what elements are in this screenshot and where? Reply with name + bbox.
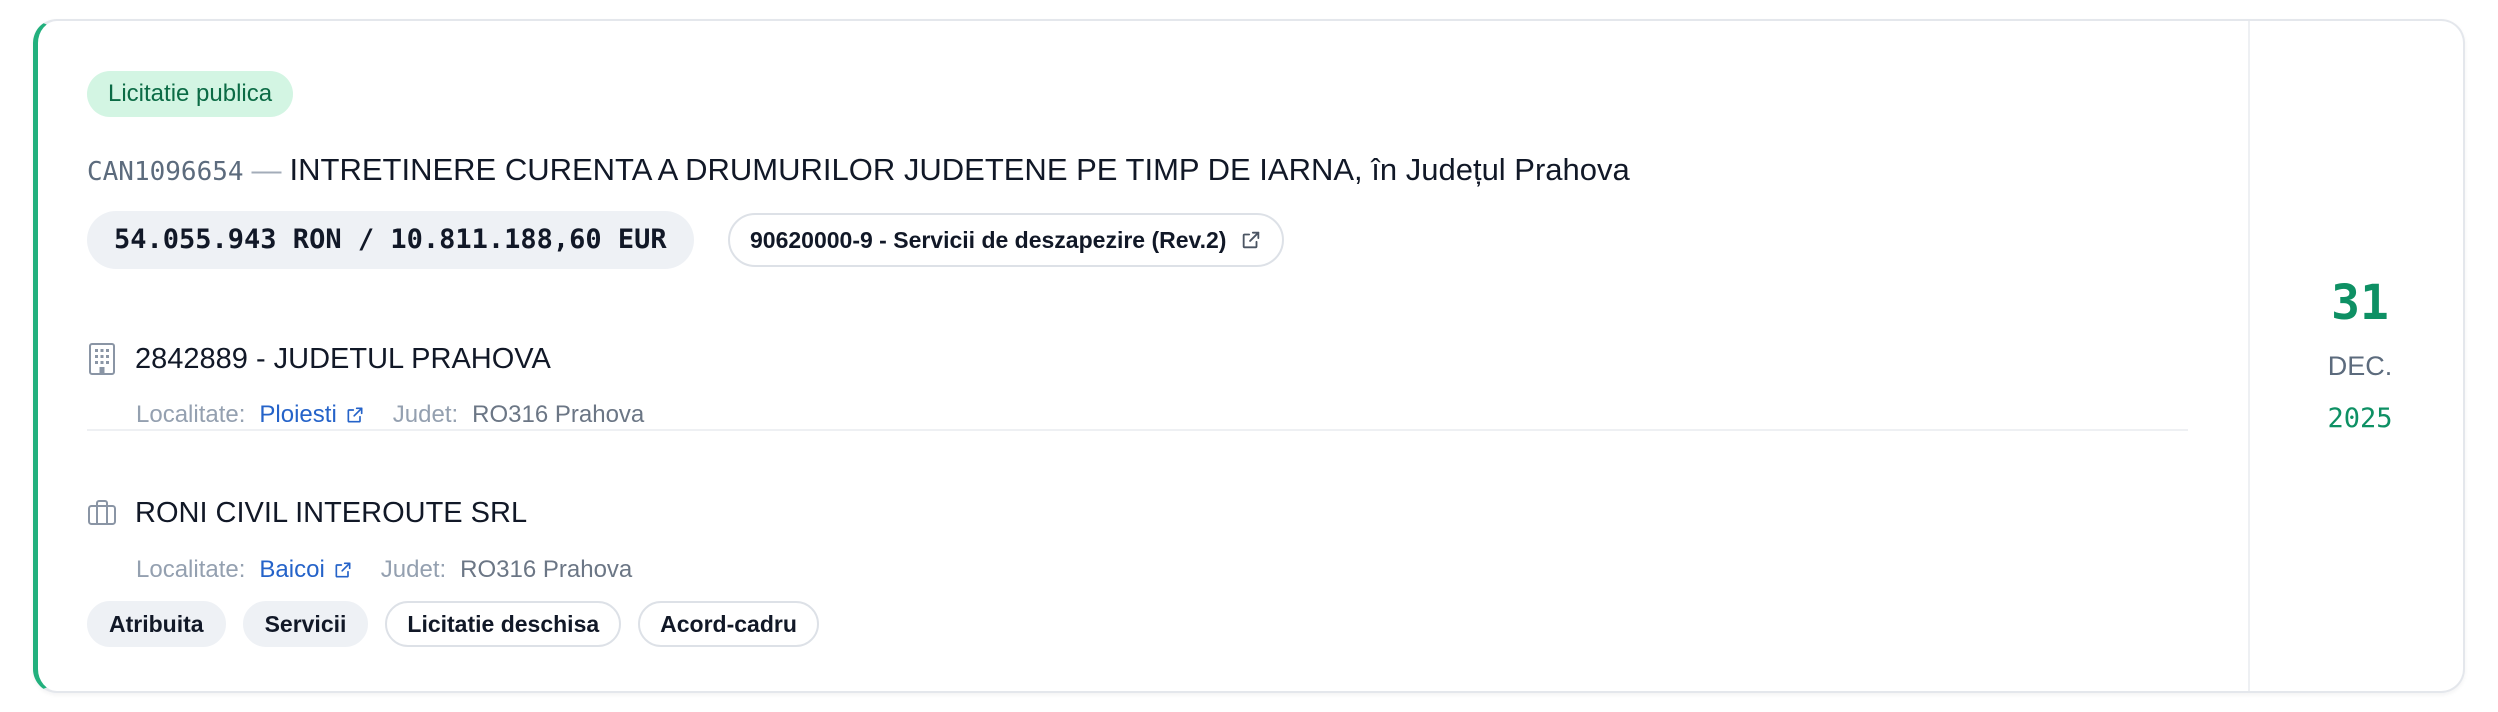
tender-title-row[interactable]: CAN1096654— INTRETINERE CURENTA A DRUMURI… xyxy=(87,145,1630,195)
tag-contract-type: Acord-cadru xyxy=(638,601,819,647)
contract-value: 54.055.943 RON / 10.811.188,60 EUR xyxy=(87,211,694,269)
tag-list: Atribuita Servicii Licitatie deschisa Ac… xyxy=(87,601,819,647)
external-link-icon xyxy=(1240,229,1262,251)
procedure-type-badge: Licitatie publica xyxy=(87,71,294,117)
date-day: 31 xyxy=(2331,275,2389,331)
external-link-icon xyxy=(345,405,365,425)
section-divider xyxy=(87,429,2188,431)
title-separator: — xyxy=(251,154,282,187)
supplier-locality: Baicoi xyxy=(259,556,325,583)
supplier-county-label: Judet: xyxy=(380,556,447,583)
tender-card[interactable]: Licitatie publica CAN1096654— INTRETINERE… xyxy=(33,19,2465,693)
date-month: DEC. xyxy=(2327,351,2393,381)
tender-id: CAN1096654 xyxy=(87,157,244,187)
tender-main: Licitatie publica CAN1096654— INTRETINERE… xyxy=(38,21,2248,691)
tag-procedure: Licitatie deschisa xyxy=(385,601,622,647)
authority-locality-label: Localitate: xyxy=(136,401,246,428)
tag-status: Atribuita xyxy=(87,601,226,647)
authority-county: RO316 Prahova xyxy=(472,401,645,428)
briefcase-icon xyxy=(87,496,117,530)
date-year: 2025 xyxy=(2327,403,2393,434)
supplier-locality-label: Localitate: xyxy=(136,556,246,583)
supplier-county: RO316 Prahova xyxy=(460,556,633,583)
supplier-name[interactable]: RONI CIVIL INTEROUTE SRL xyxy=(135,497,527,530)
authority-locality: Ploiesti xyxy=(259,401,337,428)
authority-name[interactable]: 2842889 - JUDETUL PRAHOVA xyxy=(135,343,551,376)
cpv-code-label: 90620000-9 - Servicii de deszapezire (Re… xyxy=(750,227,1227,253)
building-icon xyxy=(87,342,117,376)
contracting-authority: 2842889 - JUDETUL PRAHOVA xyxy=(87,339,551,379)
supplier-meta: Localitate: Baicoi Judet: RO316 Prahova xyxy=(136,554,632,586)
authority-county-label: Judet: xyxy=(392,401,459,428)
authority-locality-link[interactable]: Ploiesti xyxy=(259,399,364,431)
external-link-icon xyxy=(333,560,353,580)
supplier-locality-link[interactable]: Baicoi xyxy=(259,554,352,586)
tender-title[interactable]: INTRETINERE CURENTA A DRUMURILOR JUDETEN… xyxy=(290,152,1630,187)
tag-category: Servicii xyxy=(242,601,369,647)
cpv-code-link[interactable]: 90620000-9 - Servicii de deszapezire (Re… xyxy=(728,213,1285,267)
authority-meta: Localitate: Ploiesti Judet: RO316 Prahov… xyxy=(136,399,644,431)
supplier: RONI CIVIL INTEROUTE SRL xyxy=(87,493,527,533)
date-panel: 31 DEC. 2025 xyxy=(2248,21,2463,691)
